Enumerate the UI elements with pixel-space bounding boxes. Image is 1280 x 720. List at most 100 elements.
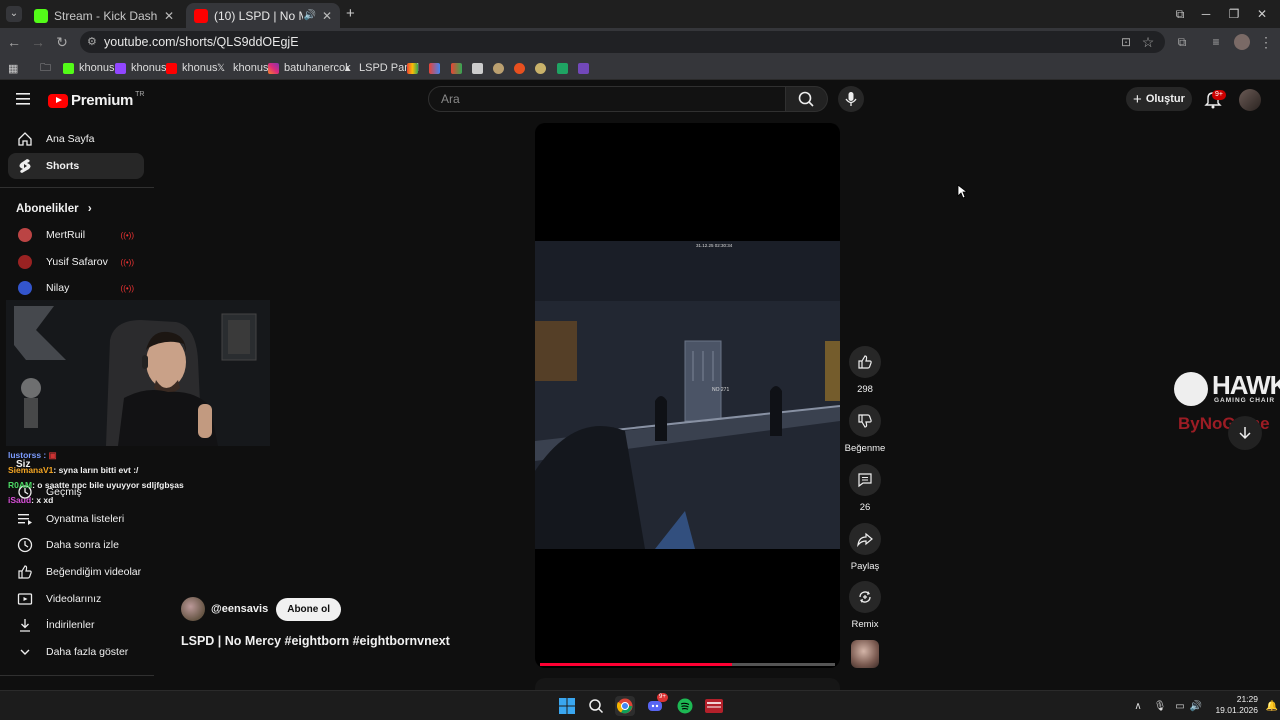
bookmark-instagram[interactable]: batuhanercok [268,60,351,76]
video-icon [16,590,34,608]
sidebar-item-home[interactable]: Ana Sayfa [8,126,144,152]
dislike-button[interactable]: Beğenme [845,405,885,454]
sidebar-item-your-videos[interactable]: Videolarınız [8,586,144,612]
bookmark-x[interactable]: 𝕏khonus [217,60,268,76]
webcam-scene [6,300,270,446]
account-avatar[interactable] [1239,89,1261,111]
browser-tab-strip: ⌄ Stream - Kick Dashboard ✕ (10) LSPD | … [0,0,1280,28]
like-button[interactable]: 298 [848,346,882,395]
subscriptions-header[interactable]: Abonelikler › [16,203,92,215]
extension-icon[interactable] [514,60,530,76]
share-button[interactable]: Paylaş [848,523,882,572]
address-bar[interactable]: ⚙ youtube.com/shorts/QLS9ddOEgjE [80,31,1165,53]
voice-search-button[interactable] [838,86,864,112]
video-progress-bar[interactable] [540,663,835,666]
tab-youtube-short[interactable]: (10) LSPD | No Mercy #eigh 🔊 ✕ [186,3,340,28]
volume-icon[interactable]: 🔊 [1186,696,1206,716]
folder-icon[interactable]: 🗀 [40,60,51,76]
sheets-icon[interactable] [557,60,573,76]
search-button[interactable] [786,86,828,112]
bookmark-kick[interactable]: khonus [63,60,114,76]
discord-icon[interactable]: 9+ [645,693,668,716]
restore-icon[interactable]: ❐ [1220,4,1248,24]
tab-kick-dashboard[interactable]: Stream - Kick Dashboard ✕ [26,3,182,28]
profile-avatar[interactable] [1234,34,1250,50]
shorts-video-player[interactable]: 31.12.25 02:30:34 NO 271 [535,123,840,668]
tab-title: (10) LSPD | No Mercy #eigh [214,8,303,23]
subscription-nilay[interactable]: Nilay ((•)) [8,275,144,301]
subscribe-button[interactable]: Abone ol [276,597,341,621]
comments-button[interactable]: 26 [848,464,882,513]
apps-grid-icon[interactable]: ▦ [8,60,18,76]
sidebar-item-shorts[interactable]: Shorts [8,153,144,179]
extension-icon[interactable] [535,60,551,76]
gmail-icon[interactable] [407,60,423,76]
windows-taskbar: 9+ ∧ 🎙 ▭ 🔊 21:29 19.01.2026 🔔 [0,690,1280,720]
channel-name[interactable]: @eensavis [211,603,268,615]
tray-microphone-icon[interactable]: 🎙 [1150,696,1170,716]
search-input[interactable]: Ara [428,86,786,112]
extensions-icon[interactable]: ⧉ [1172,32,1192,52]
close-tab-icon[interactable]: ✕ [322,9,332,23]
reload-icon[interactable]: ↻ [52,32,72,52]
short-title[interactable]: LSPD | No Mercy #eightborn #eightbornvne… [181,634,450,648]
sidebar-show-more[interactable]: Daha fazla göster [8,639,144,665]
browser-menu-icon[interactable]: ⋮ [1256,32,1276,52]
audio-playing-icon[interactable]: 🔊 [303,10,315,21]
close-window-icon[interactable]: ✕ [1248,4,1276,24]
minimize-icon[interactable]: ─ [1192,4,1220,24]
extension-icon[interactable] [493,60,509,76]
forward-icon[interactable]: → [28,32,48,52]
create-button[interactable]: + Oluştur [1126,87,1192,111]
app-icon[interactable] [704,696,724,716]
subscription-mertruil[interactable]: MertRuil ((•)) [8,222,144,248]
close-tab-icon[interactable]: ✕ [164,9,174,23]
twitch-icon [115,62,126,74]
notification-center-icon[interactable]: 🔔 [1262,696,1280,716]
site-info-icon[interactable]: ⚙ [87,31,97,53]
download-icon [16,616,34,634]
channel-avatar[interactable] [181,597,205,621]
install-app-icon[interactable]: ⊡ [1116,32,1136,52]
share-label: Paylaş [850,561,880,572]
channel-row: @eensavis Abone ol [181,597,341,621]
bookmark-twitch[interactable]: khonus [115,60,166,76]
sidebar-item-watch-later[interactable]: Daha sonra izle [8,532,144,558]
guide-menu-icon[interactable] [16,92,32,106]
x-icon: 𝕏 [217,62,226,74]
chat-message: lustorss : ▣ [8,450,57,460]
sound-thumbnail[interactable] [851,640,879,668]
taskbar-search-icon[interactable] [586,696,606,716]
youtube-header: Premium TR Ara + Oluştur [0,80,1280,120]
tray-overflow-icon[interactable]: ∧ [1128,696,1148,716]
windows-start-icon[interactable] [557,696,577,716]
sidebar-item-downloads[interactable]: İndirilenler [8,612,144,638]
youtube-premium-logo[interactable]: Premium TR [48,91,144,109]
extensions-side-icon[interactable]: ⧉ [1166,4,1194,24]
remix-button[interactable]: Remix [848,581,882,630]
sidebar-divider [0,187,154,188]
next-short-button[interactable] [1228,416,1262,450]
sidebar-item-playlists[interactable]: Oynatma listeleri [8,506,144,532]
chat-message: SiemanaV1: syna ların bitti evt :/ [8,465,139,475]
stream-chat-overlay: lustorss : ▣ SiemanaV1: syna ların bitti… [8,448,208,508]
bookmark-star-icon[interactable]: ☆ [1138,32,1158,52]
tab-search-button[interactable]: ⌄ [6,6,22,22]
youtube-icon [194,8,208,23]
bookmark-youtube[interactable]: khonus [166,60,217,76]
docs-icon[interactable] [472,60,488,76]
spotify-icon[interactable] [675,696,695,716]
system-clock[interactable]: 21:29 19.01.2026 [1208,694,1258,716]
playlist-icon [16,510,34,528]
new-tab-button[interactable]: + [346,5,355,22]
subscription-yusif-safarov[interactable]: Yusif Safarov ((•)) [8,249,144,275]
gmail-icon[interactable] [451,60,467,76]
chrome-icon[interactable] [615,696,635,716]
gmail-icon[interactable] [429,60,445,76]
chat-message: iSaud: x xd [8,495,54,505]
media-control-icon[interactable]: ≡ [1206,32,1226,52]
forms-icon[interactable] [578,60,594,76]
sidebar-item-liked-videos[interactable]: Beğendiğim videolar [8,559,144,585]
home-icon [16,130,34,148]
back-icon[interactable]: ← [4,32,24,52]
